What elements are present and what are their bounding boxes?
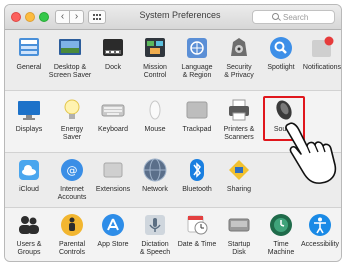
pref-label: Dictation & Speech [139, 241, 171, 256]
pref-label: Startup Disk [227, 241, 251, 256]
pref-date-time[interactable]: Date & Time [173, 212, 221, 249]
notifications-icon [309, 35, 335, 61]
displays-icon [16, 97, 42, 123]
back-button[interactable]: ‹ [55, 10, 70, 24]
search-placeholder: Search [283, 13, 309, 22]
pref-mission-control[interactable]: Mission Control [131, 35, 179, 80]
sharing-icon [226, 157, 252, 183]
pref-label: Date & Time [177, 241, 217, 248]
zoom-button[interactable] [39, 12, 49, 22]
security-privacy-icon [226, 35, 252, 61]
extensions-icon [100, 157, 126, 183]
parental-controls-icon [59, 212, 85, 238]
pref-label: Mouse [144, 126, 166, 133]
network-icon [142, 157, 168, 183]
pref-dictation-speech[interactable]: Dictation & Speech [131, 212, 179, 257]
pref-app-store[interactable]: App Store [89, 212, 137, 249]
search-icon [272, 13, 279, 20]
pref-label: Sharing [226, 186, 252, 193]
pref-label: Accessibility [300, 241, 340, 248]
dictation-speech-icon [142, 212, 168, 238]
pref-label: Mission Control [143, 64, 167, 79]
mission-control-icon [142, 35, 168, 61]
pref-extensions[interactable]: Extensions [89, 157, 137, 194]
mouse-icon [142, 97, 168, 123]
pref-label: Desktop & Screen Saver [48, 64, 92, 79]
pref-dock[interactable]: Dock [89, 35, 137, 72]
pref-security-privacy[interactable]: Security & Privacy [215, 35, 263, 80]
pref-label: Language & Region [181, 64, 213, 79]
pref-label: Dock [105, 64, 121, 71]
pref-accessibility[interactable]: Accessibility [296, 212, 341, 249]
title-bar: ‹ › System Preferences Search [5, 5, 341, 30]
trackpad-icon [184, 97, 210, 123]
pref-label: Bluetooth [182, 186, 212, 193]
pref-displays[interactable]: Displays [5, 97, 53, 134]
pref-startup-disk[interactable]: Startup Disk [215, 212, 263, 257]
printers-scanners-icon [226, 97, 252, 123]
pref-bluetooth[interactable]: Bluetooth [173, 157, 221, 194]
spotlight-icon [268, 35, 294, 61]
pref-language-region[interactable]: Language & Region [173, 35, 221, 80]
pref-notifications[interactable]: Notifications [298, 35, 342, 72]
pref-mouse[interactable]: Mouse [131, 97, 179, 134]
date-time-icon [184, 212, 210, 238]
dock-icon [100, 35, 126, 61]
pref-label: Trackpad [182, 126, 212, 133]
icloud-icon [16, 157, 42, 183]
pref-label: Extensions [95, 186, 131, 193]
language-region-icon [184, 35, 210, 61]
window-title: System Preferences [139, 10, 221, 20]
minimize-button[interactable] [25, 12, 35, 22]
svg-text:@: @ [67, 164, 78, 177]
users-groups-icon [16, 212, 42, 238]
accessibility-icon [307, 212, 333, 238]
pref-label: App Store [97, 241, 129, 248]
pref-label: Users & Groups [16, 241, 42, 256]
app-store-icon [100, 212, 126, 238]
pref-label: Notifications [302, 64, 342, 71]
pref-label: Keyboard [98, 126, 128, 133]
energy-saver-icon [59, 97, 85, 123]
general-icon [16, 35, 42, 61]
pref-printers-scanners[interactable]: Printers & Scanners [215, 97, 263, 142]
pref-icloud[interactable]: iCloud [5, 157, 53, 194]
pointing-hand-icon [285, 120, 341, 186]
pref-keyboard[interactable]: Keyboard [89, 97, 137, 134]
pref-desktop-screen-saver[interactable]: Desktop & Screen Saver [46, 35, 94, 80]
pref-trackpad[interactable]: Trackpad [173, 97, 221, 134]
internet-accounts-icon: @ [59, 157, 85, 183]
search-field[interactable]: Search [252, 10, 335, 24]
pref-label: Printers & Scanners [223, 126, 255, 141]
bluetooth-icon [184, 157, 210, 183]
show-all-button[interactable] [88, 10, 106, 24]
system-preferences-window: ‹ › System Preferences Search General De… [4, 4, 342, 262]
startup-disk-icon [226, 212, 252, 238]
time-machine-icon [268, 212, 294, 238]
pref-users-groups[interactable]: Users & Groups [5, 212, 53, 257]
forward-button[interactable]: › [69, 10, 84, 24]
pref-label: iCloud [19, 186, 39, 193]
pref-network[interactable]: Network [131, 157, 179, 194]
pref-sharing[interactable]: Sharing [215, 157, 263, 194]
pref-label: Network [142, 186, 168, 193]
desktop-screen-saver-icon [57, 35, 83, 61]
pref-label: Security & Privacy [224, 64, 254, 79]
grid-icon [93, 14, 102, 21]
pref-label: Displays [15, 126, 43, 133]
close-button[interactable] [11, 12, 21, 22]
keyboard-icon [100, 97, 126, 123]
